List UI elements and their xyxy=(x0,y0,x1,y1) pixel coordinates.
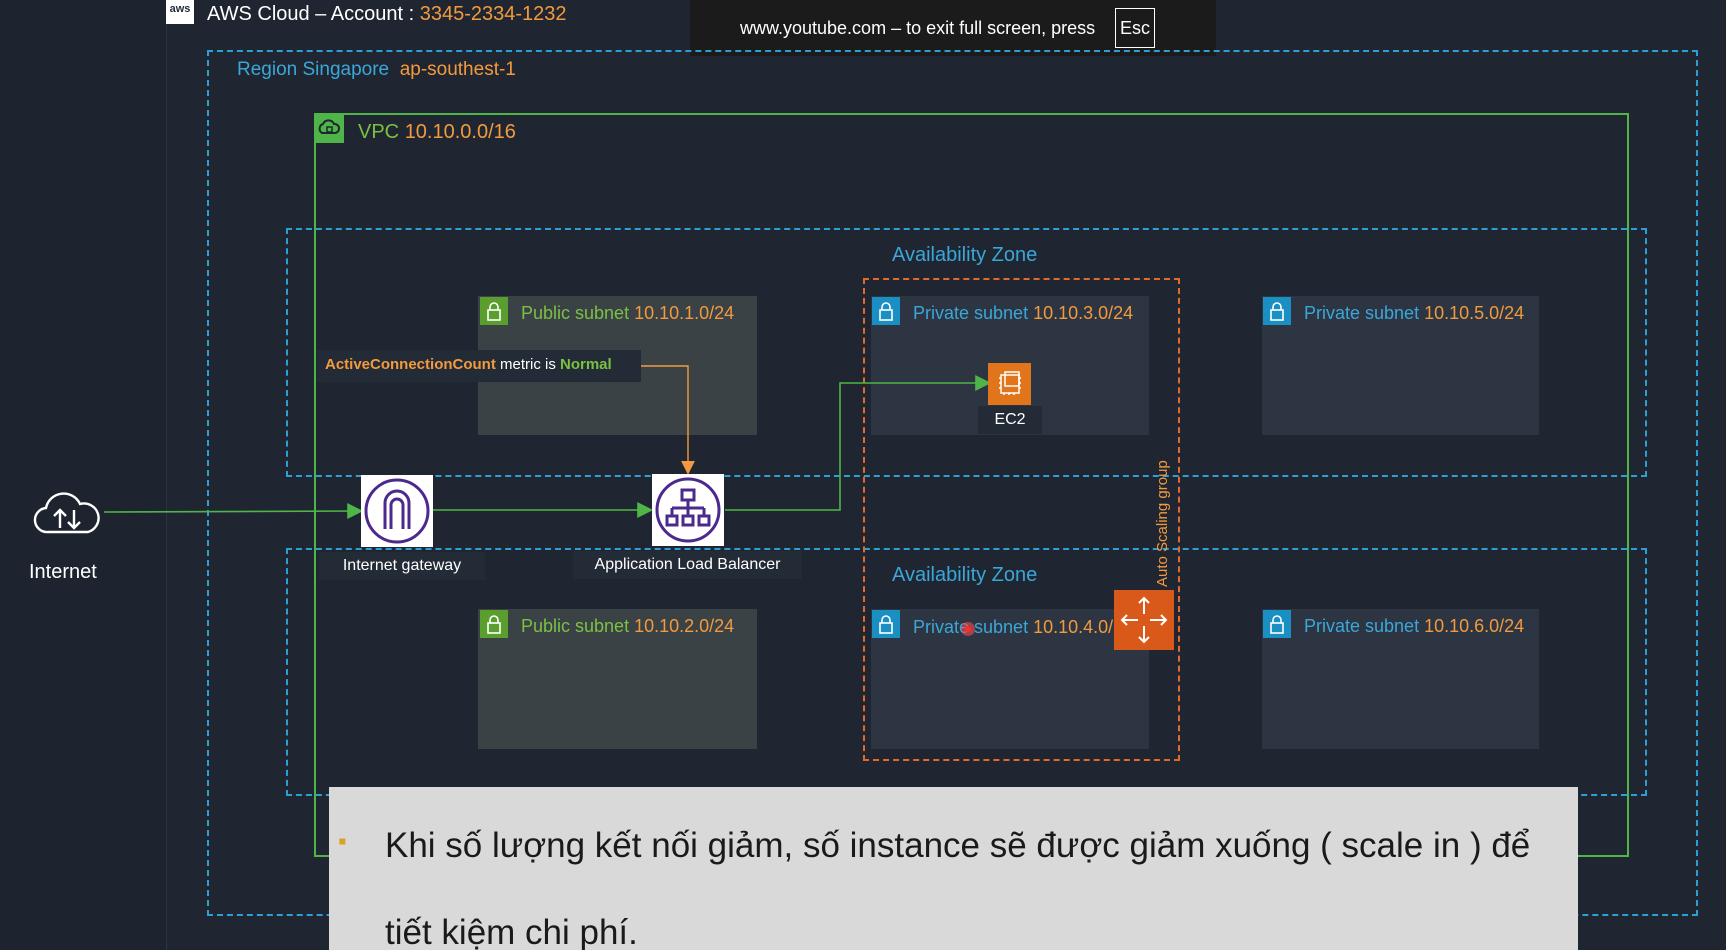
metric-middle: metric is xyxy=(495,356,561,373)
caption-line-1: Khi số lượng kết nối giảm, số instance s… xyxy=(385,826,1531,865)
internet-to-igw-line xyxy=(103,503,364,520)
internet-gateway-icon xyxy=(361,475,433,547)
caption-line-2: tiết kiệm chi phí. xyxy=(385,913,638,950)
metric-to-alb-line xyxy=(641,365,695,475)
diagram-canvas: aws AWS Cloud – Account : 3345-2334-1232… xyxy=(0,0,1726,950)
ec2-label: EC2 xyxy=(978,406,1042,434)
load-balancer-icon xyxy=(652,474,724,546)
metric-name: ActiveConnectionCount xyxy=(325,356,496,373)
load-balancer-label: Application Load Balancer xyxy=(573,551,802,579)
metric-text: ActiveConnectionCount metric is Normal xyxy=(325,356,612,373)
internet-cloud-icon xyxy=(30,488,104,538)
cursor-pointer xyxy=(961,622,975,636)
alb-to-ec2-line xyxy=(725,375,992,511)
internet-gateway-label: Internet gateway xyxy=(319,552,485,580)
ec2-icon xyxy=(988,363,1031,405)
metric-state: Normal xyxy=(560,356,612,373)
internet-label: Internet xyxy=(29,561,97,583)
caption-bullet: ▪ xyxy=(338,828,347,855)
